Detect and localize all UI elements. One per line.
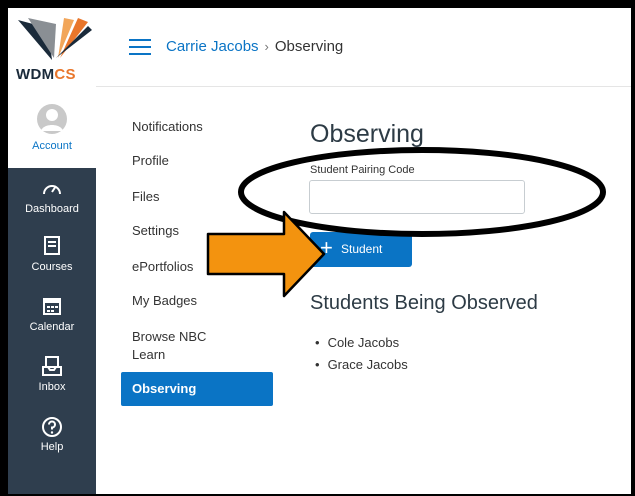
annotation-overlay bbox=[206, 147, 606, 298]
annotation-ellipse bbox=[238, 147, 606, 237]
app-window: WDMCS Account Dashboard Courses Calendar… bbox=[8, 8, 631, 494]
